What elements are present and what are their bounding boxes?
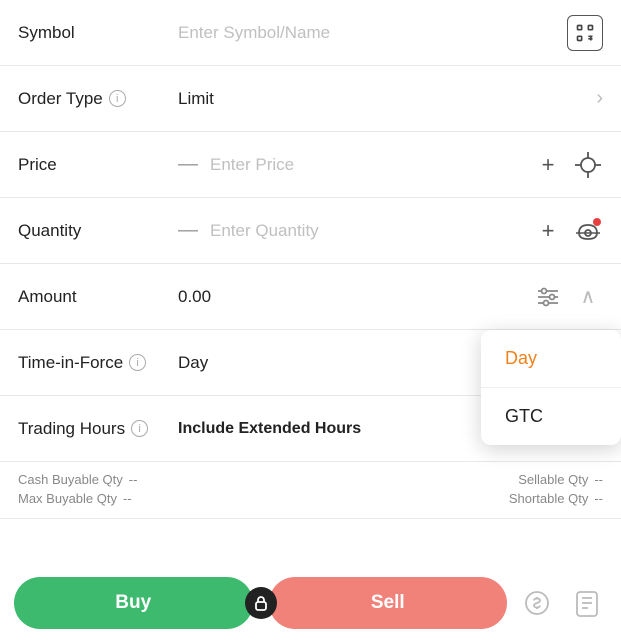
qty-info-rows: Cash Buyable Qty -- Sellable Qty -- Max …: [0, 462, 621, 519]
symbol-row: Symbol Enter Symbol/Name: [0, 0, 621, 66]
amount-label: Amount: [18, 287, 178, 307]
red-dot-indicator: [593, 218, 601, 226]
price-crosshair-button[interactable]: [573, 150, 603, 180]
plus-icon-qty: +: [542, 220, 555, 242]
price-actions: +: [533, 150, 603, 180]
shortable-qty-item: Shortable Qty --: [509, 491, 603, 506]
quantity-value: — Enter Quantity: [178, 219, 533, 242]
time-in-force-label: Time-in-Force i: [18, 353, 178, 373]
bottom-bar: Buy Sell: [0, 565, 621, 641]
trading-hours-info-icon[interactable]: i: [131, 420, 148, 437]
dropdown-item-day[interactable]: Day: [481, 330, 621, 388]
cash-icon-button[interactable]: [517, 583, 557, 623]
lock-icon: [245, 587, 277, 619]
order-type-row: Order Type i Limit ›: [0, 66, 621, 132]
time-in-force-dropdown: Day GTC: [481, 330, 621, 445]
price-value: — Enter Price: [178, 153, 533, 176]
info-pair-2: Max Buyable Qty -- Shortable Qty --: [18, 491, 603, 506]
amount-sliders-button[interactable]: [533, 282, 563, 312]
trading-hours-label: Trading Hours i: [18, 419, 178, 439]
orders-icon-button[interactable]: [567, 583, 607, 623]
price-row: Price — Enter Price +: [0, 132, 621, 198]
price-label: Price: [18, 155, 178, 175]
quantity-cap-button[interactable]: [573, 216, 603, 246]
amount-row: Amount 0.00 ∧: [0, 264, 621, 330]
quantity-plus-button[interactable]: +: [533, 216, 563, 246]
sellable-qty-item: Sellable Qty --: [518, 472, 603, 487]
buy-button[interactable]: Buy: [14, 577, 253, 629]
price-plus-button[interactable]: +: [533, 150, 563, 180]
tif-info-icon[interactable]: i: [129, 354, 146, 371]
quantity-row: Quantity — Enter Quantity +: [0, 198, 621, 264]
price-dash: —: [178, 153, 198, 176]
amount-collapse-button[interactable]: ∧: [573, 282, 603, 312]
symbol-label: Symbol: [18, 23, 178, 43]
order-type-actions: ›: [596, 87, 603, 110]
quantity-label: Quantity: [18, 221, 178, 241]
order-type-chevron-icon: ›: [596, 87, 603, 110]
cash-buyable-qty-item: Cash Buyable Qty --: [18, 472, 137, 487]
quantity-dash: —: [178, 219, 198, 242]
chevron-up-icon: ∧: [581, 287, 596, 307]
order-type-info-icon[interactable]: i: [109, 90, 126, 107]
order-type-value: Limit: [178, 89, 596, 109]
sell-button[interactable]: Sell: [269, 577, 508, 629]
symbol-scan-icon[interactable]: [567, 15, 603, 51]
quantity-actions: +: [533, 216, 603, 246]
symbol-input[interactable]: Enter Symbol/Name: [178, 23, 567, 43]
plus-icon: +: [542, 154, 555, 176]
max-buyable-qty-item: Max Buyable Qty --: [18, 491, 132, 506]
info-pair-1: Cash Buyable Qty -- Sellable Qty --: [18, 472, 603, 487]
order-type-label: Order Type i: [18, 89, 178, 109]
amount-actions: ∧: [533, 282, 603, 312]
amount-value: 0.00: [178, 287, 533, 307]
dropdown-item-gtc[interactable]: GTC: [481, 388, 621, 445]
